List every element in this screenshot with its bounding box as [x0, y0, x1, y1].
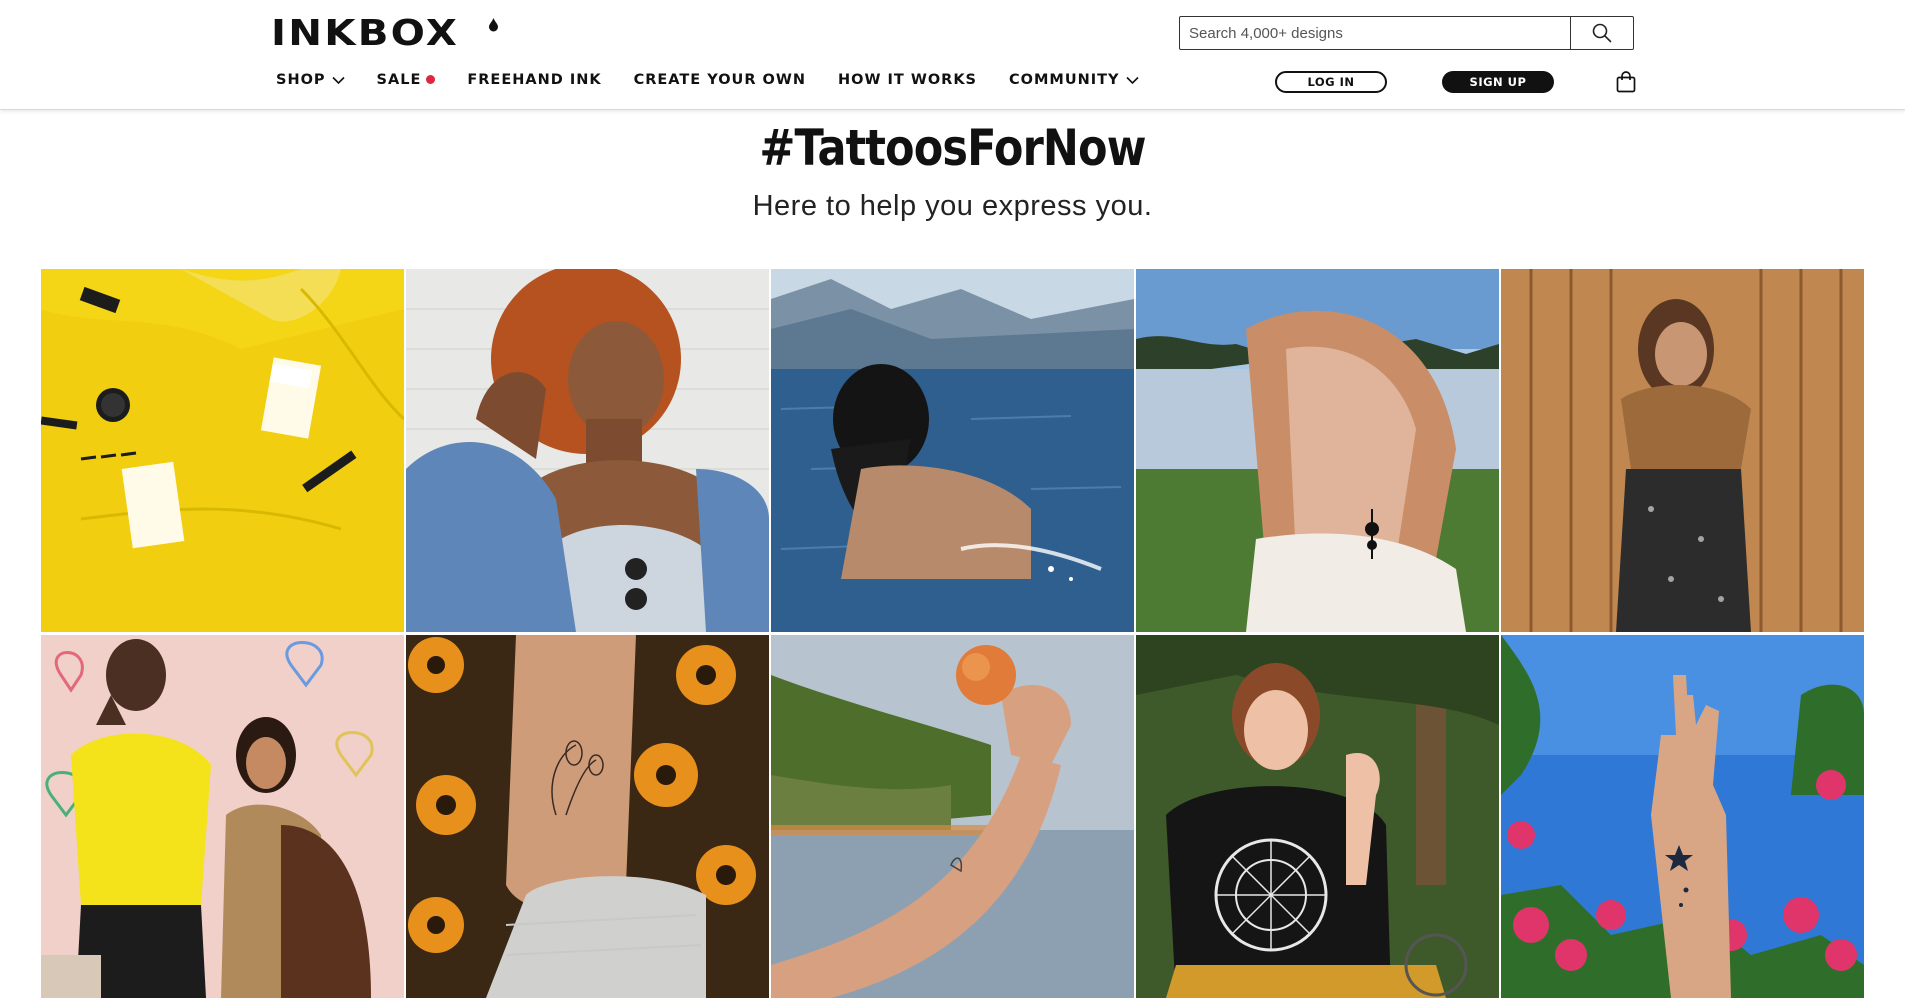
- gallery-tile[interactable]: [771, 269, 1134, 632]
- login-button[interactable]: LOG IN: [1275, 71, 1387, 93]
- ink-drop-icon: [489, 18, 498, 32]
- nav-sale[interactable]: SALE: [377, 72, 436, 88]
- gallery-tile[interactable]: [406, 635, 769, 998]
- photo-couple-heart-mural: [41, 635, 404, 998]
- gallery-tile[interactable]: [41, 269, 404, 632]
- search-bar: [1179, 16, 1634, 50]
- nav-how-it-works-label: HOW IT WORKS: [838, 72, 978, 88]
- gallery-tile[interactable]: [41, 635, 404, 998]
- inkbox-logo[interactable]: INKBOX: [271, 16, 459, 52]
- photo-arm-holding-peach-lake: [771, 635, 1134, 998]
- search-button[interactable]: [1570, 17, 1633, 49]
- search-icon: [1592, 23, 1612, 43]
- gallery-tile[interactable]: [1136, 635, 1499, 998]
- photo-woman-swimming-mountain-lake: [771, 269, 1134, 632]
- site-header: INKBOX SHOP SALE FREEHAND INK CREATE YOU…: [0, 0, 1905, 110]
- sale-indicator-dot: [426, 74, 436, 84]
- chevron-down-icon: [331, 76, 345, 84]
- chevron-down-icon: [1125, 76, 1139, 84]
- gallery-tile[interactable]: [406, 269, 769, 632]
- nav-sale-label: SALE: [376, 72, 422, 88]
- photo-woman-wheelchair-zodiac-shirt: [1136, 635, 1499, 998]
- community-photo-grid: [41, 269, 1864, 999]
- gallery-tile[interactable]: [1501, 635, 1864, 998]
- gallery-tile[interactable]: [1136, 269, 1499, 632]
- shopping-bag-icon[interactable]: [1614, 70, 1638, 94]
- photo-woman-back-tattoo-lake: [1136, 269, 1499, 632]
- main-nav: SHOP SALE FREEHAND INK CREATE YOUR OWN H…: [276, 72, 1171, 88]
- nav-community-label: COMMUNITY: [1009, 72, 1120, 88]
- gallery-tile[interactable]: [771, 635, 1134, 998]
- nav-shop[interactable]: SHOP: [276, 72, 345, 88]
- photo-woman-wooden-fence: [1501, 269, 1864, 632]
- nav-community[interactable]: COMMUNITY: [1009, 72, 1139, 88]
- nav-shop-label: SHOP: [276, 72, 326, 88]
- search-input[interactable]: [1180, 17, 1570, 49]
- nav-how-it-works[interactable]: HOW IT WORKS: [838, 72, 977, 88]
- nav-create-your-own[interactable]: CREATE YOUR OWN: [634, 72, 806, 88]
- photo-ankle-flower-tattoo-sunflowers: [406, 635, 769, 998]
- photo-woman-curly-hair-denim-jacket: [406, 269, 769, 632]
- gallery-tile[interactable]: [1501, 269, 1864, 632]
- photo-yellow-freehand-ink-products: [41, 269, 404, 632]
- nav-create-your-own-label: CREATE YOUR OWN: [633, 72, 806, 88]
- nav-freehand-ink[interactable]: FREEHAND INK: [467, 72, 601, 88]
- signup-button[interactable]: SIGN UP: [1442, 71, 1554, 93]
- nav-freehand-ink-label: FREEHAND INK: [467, 72, 602, 88]
- photo-wrist-star-tattoos-pink-flowers: [1501, 635, 1864, 998]
- page-title: #TattoosForNow: [759, 119, 1146, 177]
- page-subtitle: Here to help you express you.: [752, 190, 1153, 222]
